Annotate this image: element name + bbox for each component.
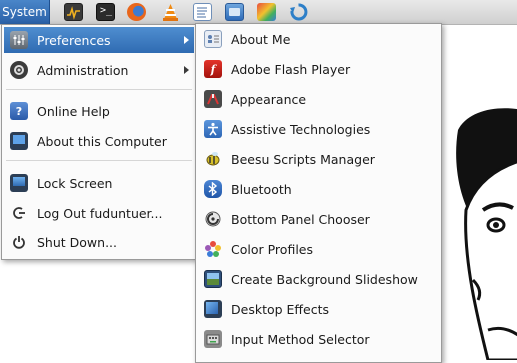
menu-item-input-method-selector[interactable]: Input Method Selector	[198, 326, 439, 352]
help-icon: ?	[10, 102, 28, 120]
menu-item-label: Bluetooth	[231, 181, 292, 197]
system-menu: Preferences Administration ? Online Help…	[1, 24, 197, 260]
menu-item-label: Administration	[37, 62, 129, 78]
menu-item-label: Adobe Flash Player	[231, 61, 351, 77]
menu-item-assistive-technologies[interactable]: Assistive Technologies	[198, 116, 439, 142]
input-method-icon	[204, 330, 222, 348]
menu-separator	[6, 160, 192, 161]
menu-item-label: Appearance	[231, 91, 307, 107]
menu-item-label: Online Help	[37, 103, 110, 119]
menu-item-bluetooth[interactable]: Bluetooth	[198, 176, 439, 202]
vlc-icon[interactable]	[161, 3, 180, 21]
menu-item-label: Create Background Slideshow	[231, 271, 418, 287]
menu-item-flash-player[interactable]: f Adobe Flash Player	[198, 56, 439, 82]
log-out-icon	[10, 204, 28, 222]
panel-chooser-icon	[204, 210, 222, 228]
menu-item-online-help[interactable]: ? Online Help	[4, 98, 194, 124]
about-me-icon	[204, 30, 222, 48]
menu-item-shut-down[interactable]: Shut Down...	[4, 229, 194, 255]
menu-item-color-profiles[interactable]: Color Profiles	[198, 236, 439, 262]
menu-item-log-out[interactable]: Log Out fuduntuer...	[4, 200, 194, 226]
menu-item-label: Log Out fuduntuer...	[37, 205, 163, 221]
menu-item-background-slideshow[interactable]: Create Background Slideshow	[198, 266, 439, 292]
menu-item-label: Desktop Effects	[231, 301, 330, 317]
menu-item-beesu-scripts[interactable]: Beesu Scripts Manager	[198, 146, 439, 172]
preferences-icon	[10, 31, 28, 49]
firefox-icon[interactable]	[127, 3, 146, 21]
submenu-arrow-icon	[184, 36, 189, 44]
accessibility-icon	[204, 120, 222, 138]
menu-item-label: About this Computer	[37, 133, 167, 149]
top-panel: System >_	[0, 0, 517, 25]
appearance-icon	[204, 90, 222, 108]
desktop-effects-icon	[204, 300, 222, 318]
power-icon	[10, 233, 28, 251]
slideshow-icon	[204, 270, 222, 288]
menu-item-desktop-effects[interactable]: Desktop Effects	[198, 296, 439, 322]
lock-screen-icon	[10, 174, 28, 192]
color-profiles-icon	[204, 240, 222, 258]
computer-icon	[10, 132, 28, 150]
beesu-icon	[204, 150, 222, 168]
bluetooth-icon	[204, 180, 222, 198]
desktop-window-icon[interactable]	[225, 3, 244, 21]
menu-item-label: Bottom Panel Chooser	[231, 211, 370, 227]
menu-item-appearance[interactable]: Appearance	[198, 86, 439, 112]
menu-item-about-me[interactable]: About Me	[198, 26, 439, 52]
submenu-arrow-icon	[184, 66, 189, 74]
menu-item-preferences[interactable]: Preferences	[4, 27, 194, 53]
terminal-icon[interactable]: >_	[96, 3, 115, 21]
system-monitor-icon[interactable]	[64, 3, 83, 21]
menu-item-label: Input Method Selector	[231, 331, 370, 347]
menu-separator	[6, 89, 192, 90]
menu-item-label: Lock Screen	[37, 175, 113, 191]
flash-icon: f	[204, 60, 222, 78]
updater-icon[interactable]	[289, 3, 308, 21]
menu-item-about-computer[interactable]: About this Computer	[4, 128, 194, 154]
text-editor-icon[interactable]	[193, 3, 212, 21]
menu-item-bottom-panel-chooser[interactable]: Bottom Panel Chooser	[198, 206, 439, 232]
menu-item-label: Color Profiles	[231, 241, 313, 257]
menu-item-label: Shut Down...	[37, 234, 117, 250]
menu-item-administration[interactable]: Administration	[4, 57, 194, 83]
menu-item-label: Preferences	[37, 32, 111, 48]
menu-item-label: Assistive Technologies	[231, 121, 371, 137]
menu-item-label: Beesu Scripts Manager	[231, 151, 375, 167]
menu-item-label: About Me	[231, 31, 291, 47]
preferences-submenu: About Me f Adobe Flash Player Appearance…	[195, 23, 442, 363]
paint-app-icon[interactable]	[257, 3, 276, 21]
menu-item-lock-screen[interactable]: Lock Screen	[4, 170, 194, 196]
system-menu-button[interactable]: System	[0, 0, 50, 24]
administration-icon	[10, 61, 28, 79]
